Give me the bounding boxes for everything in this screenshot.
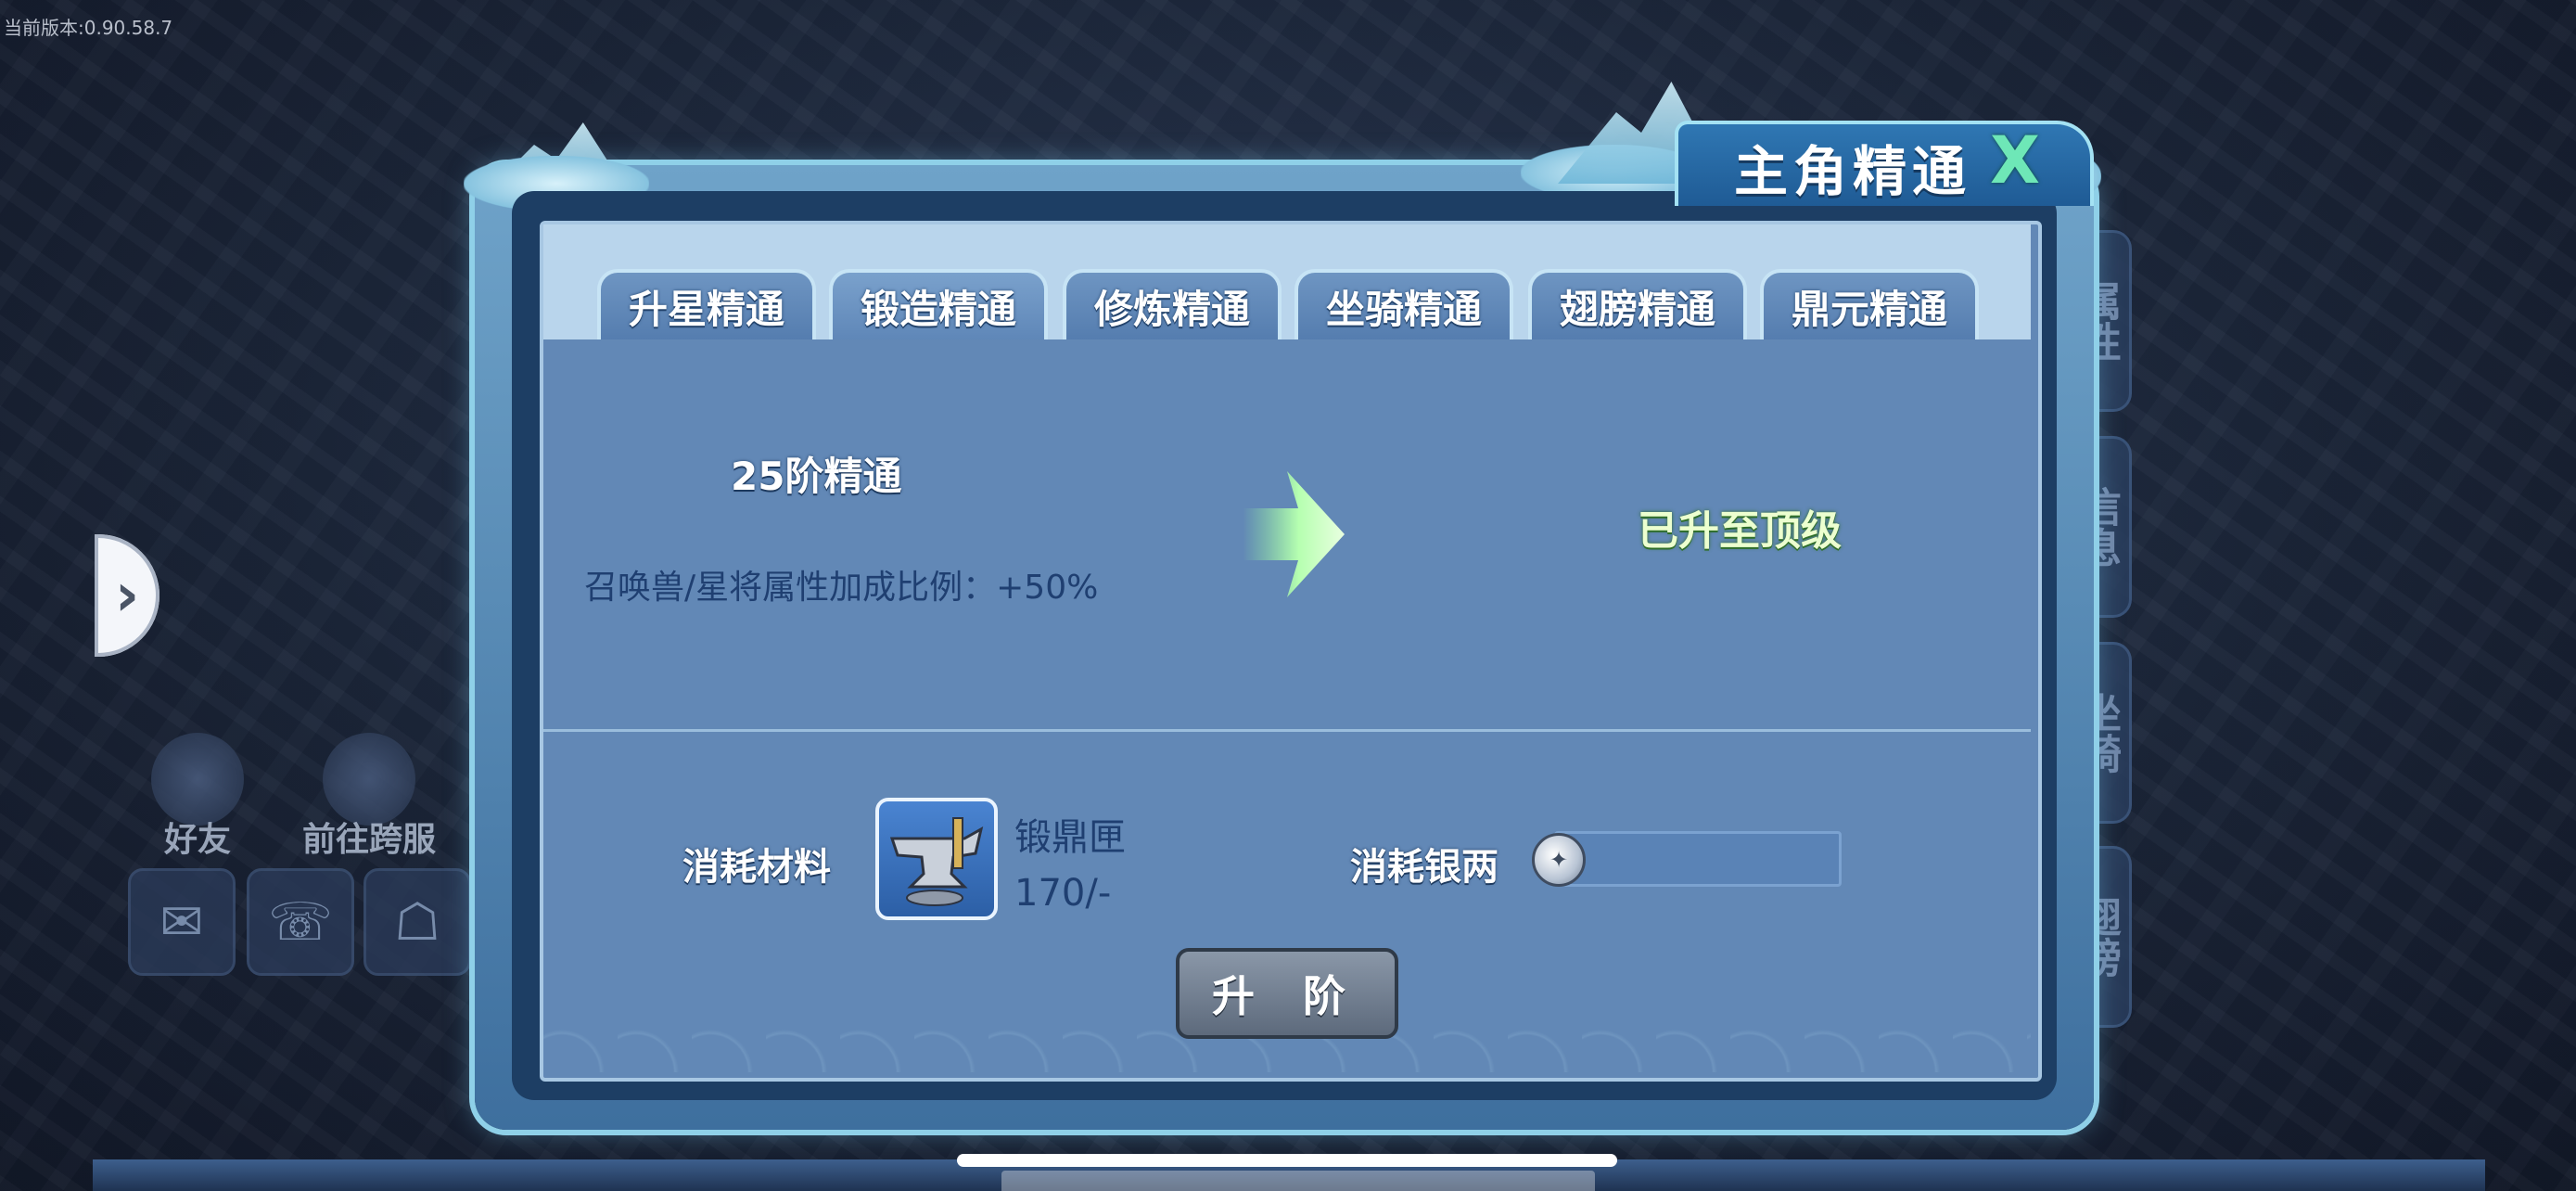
chat-button[interactable]: ✉ <box>128 868 236 976</box>
silver-cost-field <box>1554 831 1842 887</box>
chevron-right-icon: › <box>114 561 140 630</box>
tab-label: 修炼精通 <box>1093 286 1250 332</box>
material-item-name: 锻鼎匣 <box>1014 816 1126 859</box>
bonus-text: 召唤兽/星将属性加成比例：+50% <box>584 569 1099 607</box>
current-level: 25阶精通 <box>731 454 902 499</box>
silver-label: 消耗银两 <box>1350 846 1498 889</box>
home-indicator[interactable] <box>957 1154 1617 1167</box>
friends-shortcut[interactable]: 好友 <box>137 733 258 861</box>
tab-cauldron-mastery[interactable]: 鼎元精通 <box>1760 269 1979 339</box>
announcement-ticker <box>1001 1171 1595 1191</box>
tab-forge-mastery[interactable]: 锻造精通 <box>829 269 1048 339</box>
voice-button[interactable]: ☏ <box>247 868 354 976</box>
friends-label: 好友 <box>163 821 231 859</box>
tab-label: 锻造精通 <box>860 286 1016 332</box>
chat-icon: ✉ <box>159 891 204 953</box>
arrow-right-icon <box>1243 471 1345 597</box>
friends-icon <box>151 733 244 826</box>
section-divider <box>543 729 2031 732</box>
tab-cultivation-mastery[interactable]: 修炼精通 <box>1063 269 1282 339</box>
world-chat-icon: ☖ <box>393 891 441 953</box>
tab-wings-mastery[interactable]: 翅膀精通 <box>1528 269 1747 339</box>
material-item-count: 170/- <box>1014 872 1112 915</box>
cross-server-shortcut[interactable]: 前往跨服 <box>295 733 443 861</box>
version-text: 当前版本:0.90.58.7 <box>4 17 173 39</box>
anvil-icon <box>889 817 984 906</box>
material-item-slot[interactable] <box>875 798 998 920</box>
max-level-status: 已升至顶级 <box>1638 507 1842 555</box>
world-chat-button[interactable]: ☖ <box>363 868 471 976</box>
cross-server-label: 前往跨服 <box>301 821 436 859</box>
tab-label: 翅膀精通 <box>1559 286 1715 332</box>
materials-label: 消耗材料 <box>682 846 831 889</box>
dialog-title: 主角精通 <box>1734 140 1972 203</box>
close-button[interactable]: X <box>1986 128 2044 193</box>
tab-label: 升星精通 <box>628 286 784 332</box>
tab-label: 鼎元精通 <box>1791 286 1947 332</box>
portal-icon <box>323 733 415 826</box>
upgrade-button[interactable]: 升 阶 <box>1176 948 1398 1039</box>
voice-icon: ☏ <box>267 891 334 953</box>
tab-mount-mastery[interactable]: 坐骑精通 <box>1294 269 1513 339</box>
tab-label: 坐骑精通 <box>1325 286 1482 332</box>
silver-coin-icon: ✦ <box>1532 833 1586 887</box>
tab-star-mastery[interactable]: 升星精通 <box>597 269 816 339</box>
close-icon: X <box>1990 122 2040 198</box>
